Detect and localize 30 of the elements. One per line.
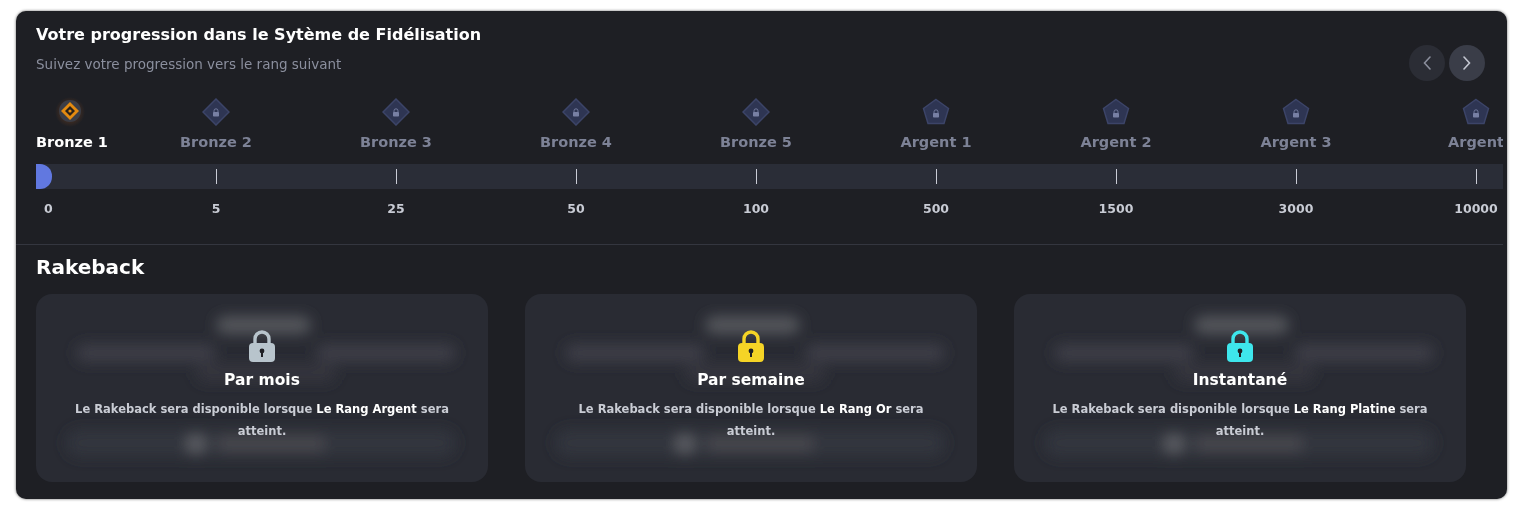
rank-label: Bronze 2 (179, 133, 253, 151)
card-description: Le Rakeback sera disponible lorsque Le Rang Or sera atteint. (577, 401, 925, 440)
rank-label: Argent 1 (899, 133, 973, 151)
chevron-left-icon (1423, 56, 1431, 70)
rank-threshold: 25 (386, 201, 406, 216)
rank-label: Bronze 1 (36, 133, 109, 151)
rank-threshold: 500 (921, 201, 951, 216)
rank-threshold: 0 (43, 201, 54, 216)
rank-label: Bronze 3 (359, 133, 433, 151)
rank-threshold: 100 (741, 201, 771, 216)
card-description: Le Rakeback sera disponible lorsque Le Rang Argent sera atteint. (74, 401, 450, 440)
panel-subtitle: Suivez votre progression vers le rang suivant (36, 56, 343, 72)
rank-label: Argent 2 (1079, 133, 1153, 151)
panel-title: Votre progression dans le Sytème de Fidélisation (36, 24, 482, 46)
rank-label: Bronze 4 (539, 133, 613, 151)
rank-threshold: 3000 (1277, 201, 1315, 216)
rank-threshold: 5 (210, 201, 222, 216)
rank-label: Bronze 5 (719, 133, 793, 151)
card-description: Le Rakeback sera disponible lorsque Le Rang Platine sera atteint. (1051, 401, 1429, 440)
rank-threshold: 1500 (1097, 201, 1135, 216)
chevron-right-icon (1463, 56, 1471, 70)
rank-threshold: 10000 (1453, 201, 1499, 216)
section-title: Rakeback (36, 254, 146, 280)
card-title: Instantané (1192, 370, 1288, 390)
rank-threshold: 50 (566, 201, 586, 216)
card-title: Par semaine (697, 370, 805, 390)
card-title: Par mois (224, 370, 300, 390)
rank-label: Argent 3 (1259, 133, 1333, 151)
rank-label: Argent (1447, 133, 1503, 151)
next-button[interactable] (1449, 45, 1485, 81)
